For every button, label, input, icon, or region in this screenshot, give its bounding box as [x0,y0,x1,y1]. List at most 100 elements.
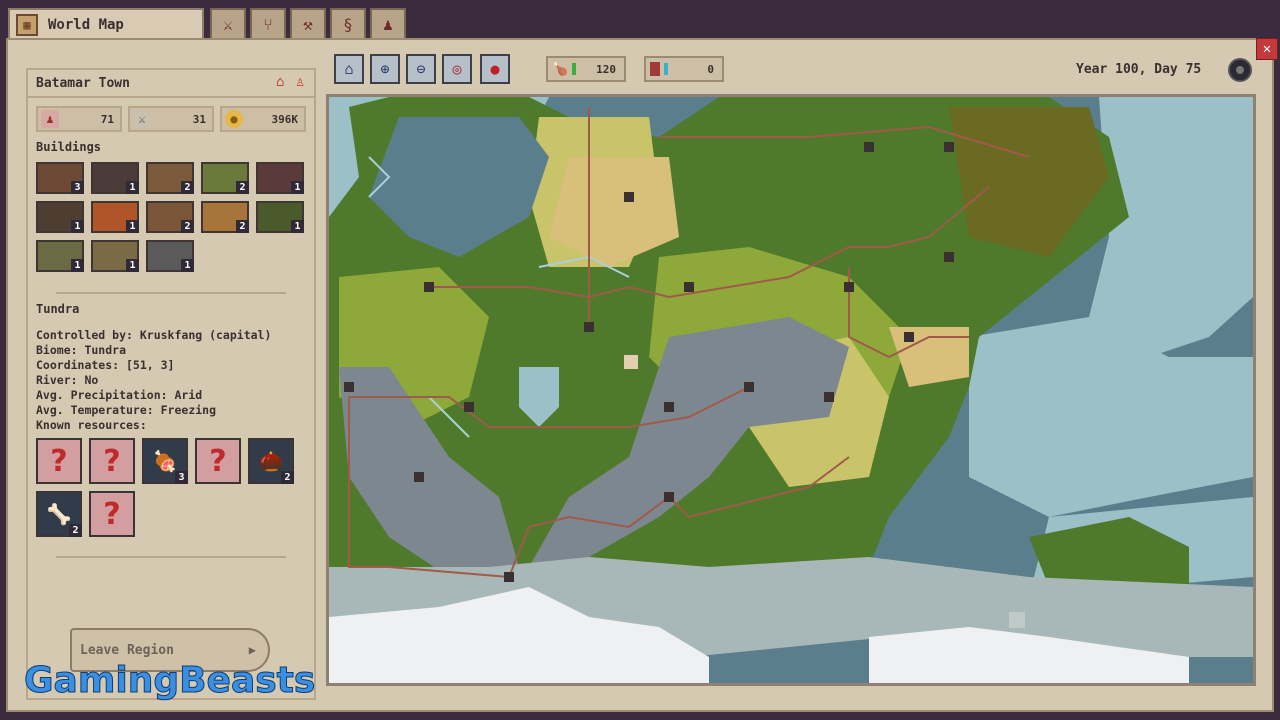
settlement-marker[interactable] [824,392,834,402]
banner-icon [650,62,660,76]
player-army-marker[interactable] [624,355,638,369]
moon-phase-icon[interactable] [1228,58,1252,82]
building-slot[interactable]: 1 [146,240,194,272]
home-icon[interactable]: ⌂ [276,74,284,90]
buildings-label: Buildings [36,140,102,154]
tab-world-map[interactable]: ▦ World Map [8,8,204,40]
known-resource[interactable]: 🦴 2 [36,491,82,537]
known-resource[interactable]: 🍖 3 [142,438,188,484]
controlled-by-text: Controlled by: Kruskfang (capital) [36,328,272,342]
military-stat: ⚔ 31 [128,106,214,132]
zoom-in-button[interactable]: ⊕ [370,54,400,84]
zoom-out-icon: ⊖ [416,60,426,78]
region-info-panel: Batamar Town ⌂ ♙ ♟ 71 ⚔ 31 ● 396K Buildi… [26,68,316,700]
building-count: 1 [126,181,139,194]
world-map[interactable] [326,94,1256,686]
settlement-marker[interactable] [904,332,914,342]
tab-scroll-icon[interactable]: § [330,8,366,38]
sword-stat-icon: ⚔ [133,110,151,128]
arrow-right-icon: ▶ [248,643,256,657]
unknown-resource[interactable]: ? [36,438,82,484]
building-count: 1 [126,220,139,233]
divider [28,96,314,98]
building-slot[interactable]: 3 [36,162,84,194]
tab-tree-icon[interactable]: ⑂ [250,8,286,38]
home-view-button[interactable]: ⌂ [334,54,364,84]
food-value: 120 [596,62,616,76]
building-count: 2 [236,220,249,233]
map-pin-icon: ● [490,60,500,78]
building-slot[interactable]: 2 [201,201,249,233]
population-icon: ♟ [41,110,59,128]
settlement-marker[interactable] [584,322,594,332]
influence-bar [664,63,668,75]
home-view-icon: ⌂ [344,60,354,78]
resource-count: 2 [69,524,82,537]
resource-icon: 🌰 [258,449,284,473]
tab-sword-icon[interactable]: ⚔ [210,8,246,38]
settlement-marker[interactable] [344,382,354,392]
resources-label: Known resources: [36,418,147,432]
influence-value: 0 [707,62,714,76]
town-name: Batamar Town [36,76,130,91]
settlement-marker[interactable] [624,192,634,202]
question-mark-icon: ? [103,496,121,532]
game-date: Year 100, Day 75 [1076,62,1202,77]
building-count: 1 [181,259,194,272]
settlement-marker[interactable] [844,282,854,292]
settlement-marker[interactable] [744,382,754,392]
tab-pickaxe-icon[interactable]: ⚒ [290,8,326,38]
settlement-marker[interactable] [684,282,694,292]
building-slot[interactable]: 1 [36,240,84,272]
settlement-marker[interactable] [944,252,954,262]
building-slot[interactable]: 2 [146,201,194,233]
close-button[interactable]: ✕ [1256,38,1278,60]
population-stat: ♟ 71 [36,106,122,132]
building-slot[interactable]: 1 [256,162,304,194]
precipitation-text: Avg. Precipitation: Arid [36,388,203,402]
building-count: 1 [291,220,304,233]
window-title: World Map [48,17,124,33]
building-count: 1 [291,181,304,194]
tab-people-icon[interactable]: ♟ [370,8,406,38]
unknown-resource[interactable]: ? [89,491,135,537]
building-slot[interactable]: 2 [146,162,194,194]
resource-count: 3 [175,471,188,484]
settlement-marker[interactable] [414,472,424,482]
gold-stat: ● 396K [220,106,306,132]
question-mark-icon: ? [209,443,227,479]
unknown-resource[interactable]: ? [195,438,241,484]
army-marker[interactable] [1009,612,1025,628]
settlement-marker[interactable] [664,492,674,502]
settlement-marker[interactable] [464,402,474,412]
top-tab-bar: ▦ World Map ⚔ ⑂ ⚒ § ♟ [0,0,1280,40]
settlement-marker[interactable] [944,142,954,152]
known-resource[interactable]: 🌰 2 [248,438,294,484]
resource-icon: 🍖 [152,449,178,473]
biome-text: Biome: Tundra [36,343,127,357]
building-slot[interactable]: 1 [91,162,139,194]
settlement-marker[interactable] [864,142,874,152]
map-scroll-icon: ▦ [16,14,38,36]
building-count: 3 [71,181,84,194]
building-slot[interactable]: 1 [36,201,84,233]
meat-icon: 🍗 [552,61,569,77]
building-slot[interactable]: 2 [201,162,249,194]
target-icon: ◎ [452,60,462,78]
settlement-marker[interactable] [424,282,434,292]
food-meter: 🍗 120 [546,56,626,82]
target-button[interactable]: ◎ [442,54,472,84]
building-slot[interactable]: 1 [91,201,139,233]
building-slot[interactable]: 1 [256,201,304,233]
map-pin-button[interactable]: ● [480,54,510,84]
settlement-marker[interactable] [664,402,674,412]
person-icon[interactable]: ♙ [296,74,304,90]
settlement-marker[interactable] [504,572,514,582]
zoom-out-button[interactable]: ⊖ [406,54,436,84]
building-slot[interactable]: 1 [91,240,139,272]
coin-icon: ● [225,110,243,128]
unknown-resource[interactable]: ? [89,438,135,484]
resource-icon: 🦴 [46,502,72,526]
region-details: Controlled by: Kruskfang (capital) Biome… [36,328,271,433]
map-canvas[interactable] [329,97,1253,683]
